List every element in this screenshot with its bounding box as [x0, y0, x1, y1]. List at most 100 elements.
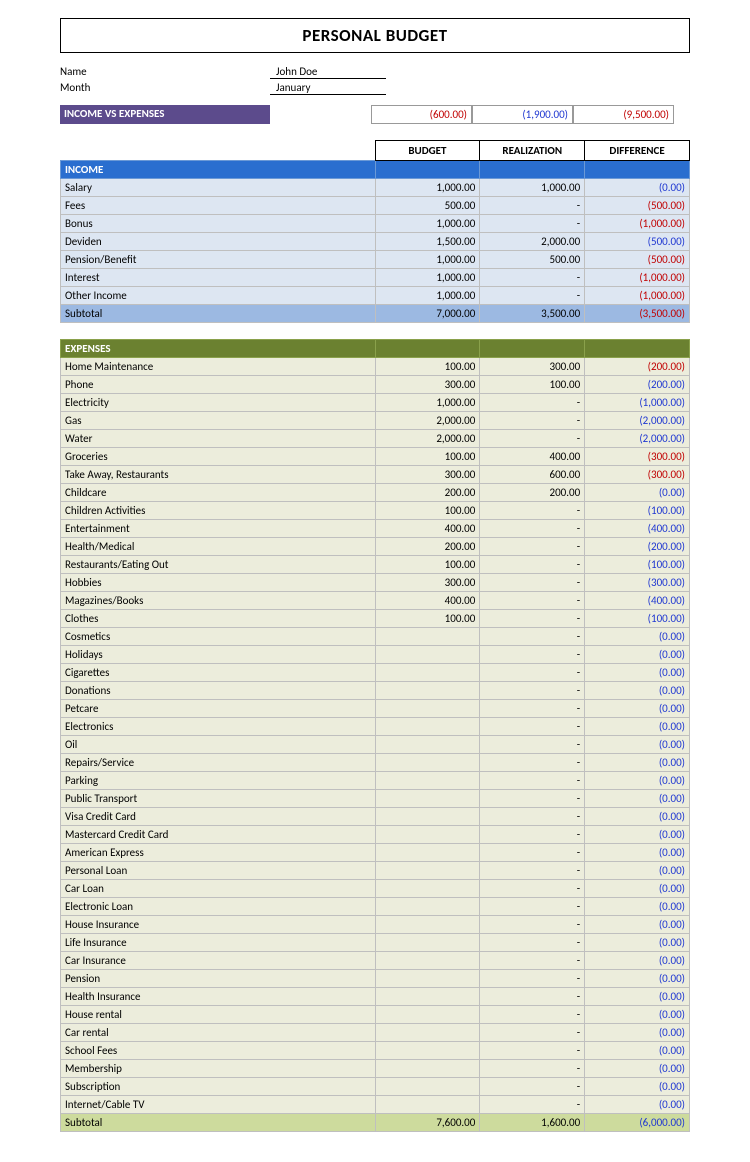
row-realization[interactable]: -: [480, 646, 585, 664]
row-realization[interactable]: -: [480, 952, 585, 970]
row-realization[interactable]: -: [480, 1096, 585, 1114]
row-realization[interactable]: -: [480, 790, 585, 808]
row-budget[interactable]: [375, 1078, 480, 1096]
row-realization[interactable]: 500.00: [480, 251, 585, 269]
row-realization[interactable]: -: [480, 844, 585, 862]
row-budget[interactable]: [375, 862, 480, 880]
row-budget[interactable]: 400.00: [375, 520, 480, 538]
row-realization[interactable]: -: [480, 862, 585, 880]
row-budget[interactable]: [375, 682, 480, 700]
row-realization[interactable]: 1,000.00: [480, 179, 585, 197]
row-realization[interactable]: -: [480, 269, 585, 287]
row-realization[interactable]: 400.00: [480, 448, 585, 466]
row-realization[interactable]: -: [480, 1042, 585, 1060]
row-realization[interactable]: -: [480, 538, 585, 556]
row-realization[interactable]: -: [480, 754, 585, 772]
row-budget[interactable]: 1,000.00: [375, 179, 480, 197]
row-budget[interactable]: 200.00: [375, 538, 480, 556]
row-budget[interactable]: 100.00: [375, 502, 480, 520]
row-realization[interactable]: -: [480, 1078, 585, 1096]
row-realization[interactable]: 200.00: [480, 484, 585, 502]
row-realization[interactable]: -: [480, 197, 585, 215]
row-realization[interactable]: -: [480, 430, 585, 448]
month-value[interactable]: January: [270, 81, 386, 95]
row-budget[interactable]: [375, 1096, 480, 1114]
row-budget[interactable]: [375, 1006, 480, 1024]
row-realization[interactable]: -: [480, 520, 585, 538]
row-budget[interactable]: 1,000.00: [375, 269, 480, 287]
row-budget[interactable]: 300.00: [375, 376, 480, 394]
row-realization[interactable]: -: [480, 880, 585, 898]
row-budget[interactable]: [375, 700, 480, 718]
row-realization[interactable]: -: [480, 898, 585, 916]
row-budget[interactable]: [375, 808, 480, 826]
row-budget[interactable]: [375, 880, 480, 898]
row-realization[interactable]: -: [480, 682, 585, 700]
row-budget[interactable]: [375, 844, 480, 862]
row-realization[interactable]: -: [480, 826, 585, 844]
row-realization[interactable]: -: [480, 287, 585, 305]
row-budget[interactable]: 100.00: [375, 556, 480, 574]
row-realization[interactable]: -: [480, 610, 585, 628]
row-budget[interactable]: [375, 826, 480, 844]
row-budget[interactable]: [375, 1060, 480, 1078]
row-budget[interactable]: 100.00: [375, 448, 480, 466]
row-budget[interactable]: [375, 772, 480, 790]
row-budget[interactable]: 300.00: [375, 466, 480, 484]
row-budget[interactable]: [375, 646, 480, 664]
row-budget[interactable]: [375, 790, 480, 808]
row-budget[interactable]: 100.00: [375, 610, 480, 628]
row-budget[interactable]: 1,000.00: [375, 394, 480, 412]
row-budget[interactable]: [375, 952, 480, 970]
row-budget[interactable]: [375, 934, 480, 952]
row-budget[interactable]: [375, 754, 480, 772]
row-realization[interactable]: -: [480, 700, 585, 718]
row-budget[interactable]: [375, 916, 480, 934]
row-budget[interactable]: [375, 718, 480, 736]
row-budget[interactable]: 1,000.00: [375, 287, 480, 305]
row-realization[interactable]: 600.00: [480, 466, 585, 484]
row-budget[interactable]: [375, 628, 480, 646]
row-budget[interactable]: 2,000.00: [375, 412, 480, 430]
row-realization[interactable]: -: [480, 628, 585, 646]
row-budget[interactable]: 300.00: [375, 574, 480, 592]
row-budget[interactable]: 2,000.00: [375, 430, 480, 448]
row-budget[interactable]: [375, 988, 480, 1006]
row-realization[interactable]: -: [480, 1006, 585, 1024]
row-realization[interactable]: -: [480, 1060, 585, 1078]
row-budget[interactable]: [375, 664, 480, 682]
row-realization[interactable]: -: [480, 1024, 585, 1042]
row-budget[interactable]: 1,000.00: [375, 251, 480, 269]
row-budget[interactable]: 100.00: [375, 358, 480, 376]
row-realization[interactable]: -: [480, 916, 585, 934]
row-budget[interactable]: [375, 736, 480, 754]
row-realization[interactable]: -: [480, 502, 585, 520]
row-realization[interactable]: -: [480, 215, 585, 233]
row-realization[interactable]: -: [480, 934, 585, 952]
row-realization[interactable]: 2,000.00: [480, 233, 585, 251]
row-realization[interactable]: -: [480, 970, 585, 988]
row-realization[interactable]: 100.00: [480, 376, 585, 394]
row-realization[interactable]: -: [480, 736, 585, 754]
row-budget[interactable]: 1,500.00: [375, 233, 480, 251]
row-budget[interactable]: [375, 898, 480, 916]
name-value[interactable]: John Doe: [270, 65, 386, 79]
row-realization[interactable]: -: [480, 412, 585, 430]
row-budget[interactable]: 500.00: [375, 197, 480, 215]
row-realization[interactable]: -: [480, 592, 585, 610]
row-budget[interactable]: [375, 1024, 480, 1042]
row-budget[interactable]: 400.00: [375, 592, 480, 610]
row-realization[interactable]: -: [480, 808, 585, 826]
row-realization[interactable]: -: [480, 556, 585, 574]
row-realization[interactable]: -: [480, 574, 585, 592]
row-budget[interactable]: 1,000.00: [375, 215, 480, 233]
row-realization[interactable]: -: [480, 394, 585, 412]
row-budget[interactable]: [375, 1042, 480, 1060]
row-realization[interactable]: -: [480, 988, 585, 1006]
row-realization[interactable]: 300.00: [480, 358, 585, 376]
row-realization[interactable]: -: [480, 664, 585, 682]
row-budget[interactable]: [375, 970, 480, 988]
row-realization[interactable]: -: [480, 772, 585, 790]
row-budget[interactable]: 200.00: [375, 484, 480, 502]
row-realization[interactable]: -: [480, 718, 585, 736]
